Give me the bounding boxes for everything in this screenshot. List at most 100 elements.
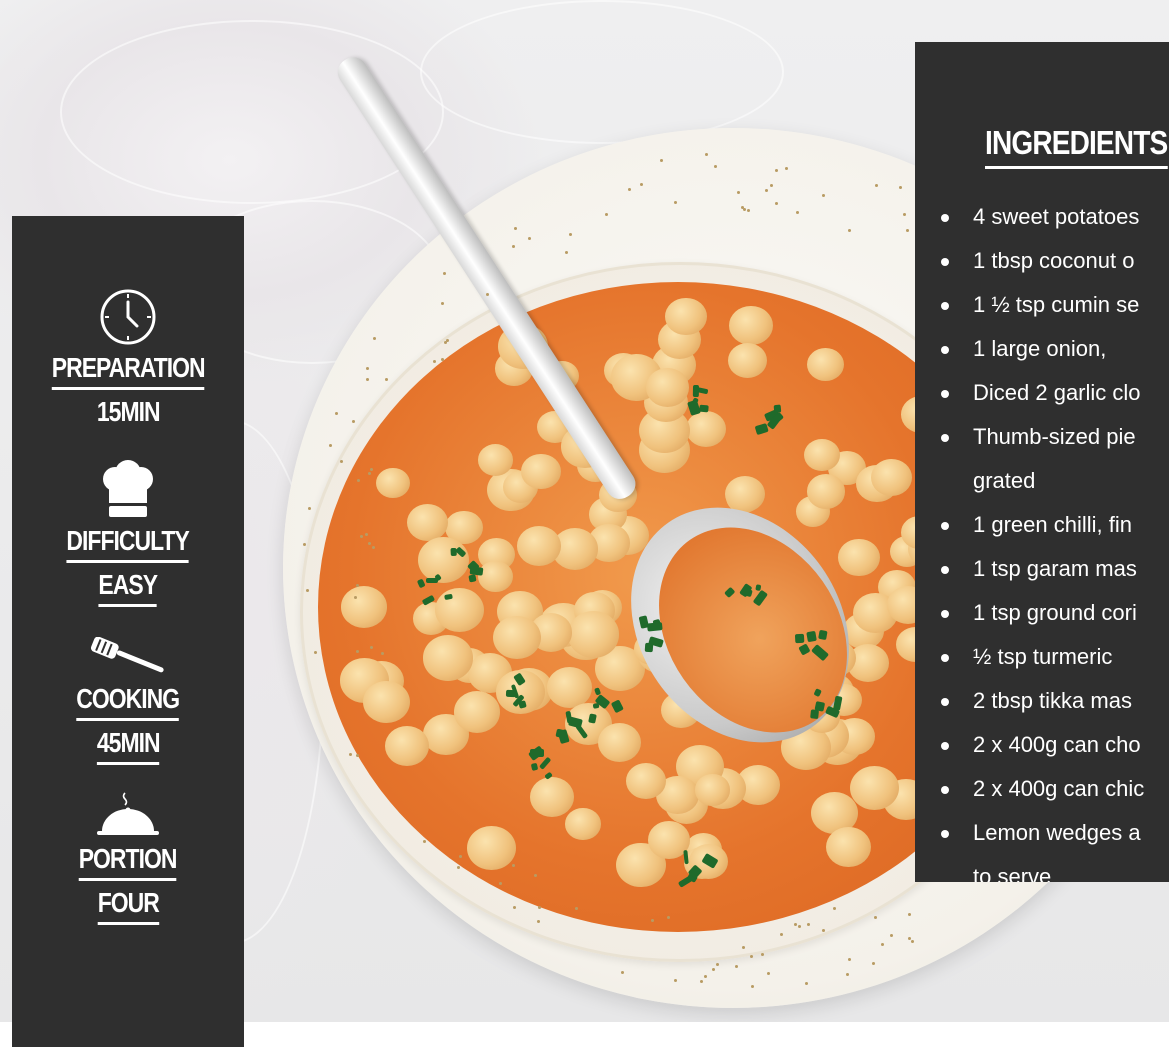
herb-leaf [450, 548, 457, 557]
plate-speck [871, 962, 875, 966]
chickpea [546, 666, 593, 708]
chickpea [645, 367, 690, 407]
chickpea [375, 467, 410, 499]
plate-speck [740, 205, 744, 209]
ingredient-item: 1 tbsp coconut o [941, 239, 1169, 283]
chef-hat-icon [102, 460, 153, 517]
ingredient-item-continuation: to serve [973, 864, 1052, 882]
difficulty-label: DIFFICULTY [66, 525, 190, 563]
chickpea [453, 690, 501, 733]
plate-speck [659, 158, 663, 162]
herb-leaf [529, 749, 544, 757]
plate-speck [699, 979, 703, 983]
plate-speck [666, 916, 670, 919]
chickpea [477, 444, 513, 476]
plate-speck [847, 228, 851, 232]
ingredient-item-continuation: grated [973, 468, 1036, 493]
chickpea [685, 410, 727, 448]
ingredient-item: 1 ½ tsp cumin se [941, 283, 1169, 327]
chickpea [806, 347, 844, 381]
chickpea [423, 635, 474, 681]
chickpea [849, 765, 899, 811]
herb-leaf [468, 573, 477, 583]
plate-speck [741, 946, 745, 950]
chickpea [806, 474, 846, 509]
chickpea [529, 777, 574, 817]
herb-leaf [794, 634, 805, 644]
chickpea [597, 723, 641, 763]
cooking-value: 45MIN [96, 727, 160, 765]
plate-speck [774, 201, 778, 205]
plate-speck [785, 166, 789, 170]
plate-speck [456, 865, 460, 869]
chickpea [521, 453, 561, 490]
ingredient-item: 2 x 400g can chic [941, 767, 1169, 811]
chickpea [565, 808, 601, 840]
preparation-label: PREPARATION [51, 352, 205, 390]
plate-speck [711, 967, 715, 971]
ingredient-item: Lemon wedges a [941, 811, 1169, 855]
plate-speck [673, 978, 677, 982]
ingredient-item: Thumb-sized pie [941, 415, 1169, 459]
chickpea [567, 611, 620, 658]
ingredients-list: 4 sweet potatoes 1 tbsp coconut o 1 ½ ts… [941, 195, 1169, 882]
chickpea [727, 343, 767, 379]
plate-speck [760, 952, 764, 956]
chickpea [626, 762, 666, 799]
herb-leaf [698, 404, 709, 413]
plate-speck [512, 905, 516, 909]
ingredients-panel: INGREDIENTS 4 sweet potatoes 1 tbsp coco… [915, 42, 1169, 882]
herb-leaf [505, 689, 517, 698]
ingredient-item: Diced 2 garlic clo [941, 371, 1169, 415]
plate-speck [367, 472, 371, 476]
chickpea [664, 297, 707, 336]
chickpea [695, 774, 730, 806]
cloth-fold [420, 0, 784, 144]
plate-speck [905, 228, 909, 232]
chickpea [340, 585, 387, 628]
cloche-icon [96, 792, 159, 835]
chickpea [417, 537, 469, 584]
chickpea [516, 525, 562, 566]
recipe-info-panel: PREPARATION 15MIN DIFFICULTY EASY COOKIN… [12, 216, 244, 1047]
plate-speck [750, 984, 754, 988]
chickpea [434, 587, 484, 632]
plate-speck [847, 957, 851, 961]
plate-speck [793, 922, 797, 926]
plate-speck [713, 164, 717, 168]
herb-leaf [682, 850, 689, 865]
ingredient-item: 4 sweet potatoes [941, 195, 1169, 239]
plate-speck [313, 650, 317, 654]
spatula-icon [90, 637, 164, 673]
chickpea [478, 560, 513, 592]
portion-value: FOUR [97, 887, 160, 925]
cooking-block: COOKING 45MIN [65, 637, 190, 765]
ingredients-title: INGREDIENTS [985, 124, 1168, 169]
plate-speck [385, 377, 389, 381]
plate-speck [821, 929, 825, 933]
plate-speck [367, 541, 371, 545]
plate-speck [704, 153, 708, 157]
clock-icon [100, 289, 156, 345]
ingredient-item: 2 x 400g can cho [941, 723, 1169, 767]
ingredient-item: 1 tsp ground cori [941, 591, 1169, 635]
plate-speck [381, 651, 385, 655]
plate-speck [568, 233, 572, 237]
plate-speck [305, 589, 309, 593]
plate-speck [527, 237, 531, 241]
difficulty-block: DIFFICULTY EASY [53, 459, 202, 607]
plate-speck [355, 584, 359, 588]
preparation-value: 15MIN [96, 396, 161, 427]
plate-speck [889, 934, 893, 938]
plate-speck [911, 939, 915, 943]
herb-leaf [645, 642, 654, 652]
plate-speck [359, 535, 363, 539]
portion-label: PORTION [79, 843, 178, 881]
plate-speck [604, 212, 608, 216]
plate-speck [514, 226, 518, 230]
chickpea [837, 538, 880, 577]
plate-speck [880, 942, 884, 946]
ingredient-item: 1 large onion, [941, 327, 1169, 371]
herb-leaf [555, 728, 566, 738]
chickpea [385, 726, 430, 766]
